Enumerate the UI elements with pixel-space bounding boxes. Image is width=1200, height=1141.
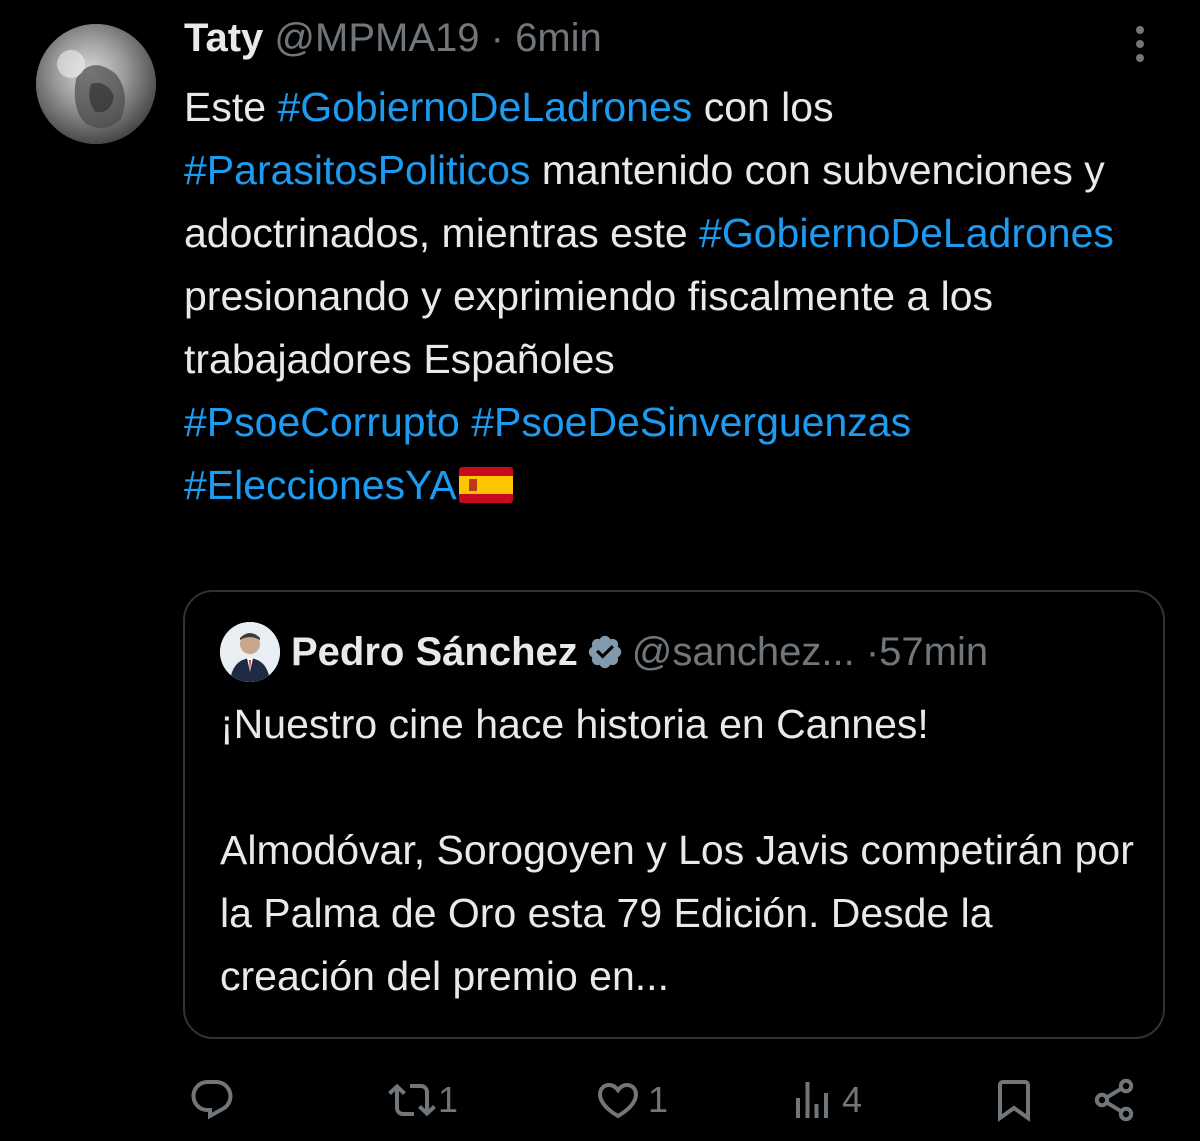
tweet-text: Este #GobiernoDeLadrones con los #Parasi… xyxy=(184,76,1174,517)
text-segment: presionando y exprimiendo fiscalmente a … xyxy=(184,273,994,382)
quoted-author-name[interactable]: Pedro Sánchez xyxy=(291,630,578,674)
reply-icon xyxy=(191,1080,233,1120)
hashtag-link[interactable]: #GobiernoDeLadrones xyxy=(699,210,1114,256)
quoted-tweet-timestamp[interactable]: 57min xyxy=(879,630,988,674)
verified-badge-icon xyxy=(586,633,624,682)
share-icon xyxy=(1094,1078,1134,1122)
like-button[interactable]: 1 xyxy=(594,1070,668,1130)
retweet-count: 1 xyxy=(438,1079,459,1120)
quoted-tweet-header: Pedro Sánchez @sanchez... ·57min xyxy=(291,628,988,682)
like-count: 1 xyxy=(648,1079,669,1120)
more-options-button[interactable] xyxy=(1122,22,1158,66)
separator-dot: · xyxy=(490,16,504,60)
views-count: 4 xyxy=(842,1079,863,1120)
hashtag-link[interactable]: #ParasitosPoliticos xyxy=(184,147,530,193)
tweet-actions: 1 1 4 xyxy=(0,1070,1200,1130)
separator-dot: · xyxy=(865,630,880,674)
text-segment: Este xyxy=(184,84,278,130)
tweet-timestamp[interactable]: 6min xyxy=(515,16,602,60)
tweet[interactable]: Taty @MPMA19 · 6min Este #GobiernoDeLadr… xyxy=(0,0,1200,1141)
heart-icon xyxy=(597,1083,639,1119)
author-name[interactable]: Taty xyxy=(184,16,263,60)
quoted-tweet-text: ¡Nuestro cine hace historia en Cannes! A… xyxy=(220,693,1140,1008)
quoted-text-line: ¡Nuestro cine hace historia en Cannes! xyxy=(220,701,929,747)
quoted-author-avatar[interactable] xyxy=(220,622,280,682)
quoted-text-line: Almodóvar, Sorogoyen y Los Javis competi… xyxy=(220,827,1134,999)
views-chart-icon xyxy=(796,1082,828,1118)
author-avatar[interactable] xyxy=(36,24,156,144)
bookmark-button[interactable] xyxy=(990,1070,1038,1130)
quoted-author-handle[interactable]: @sanchez... xyxy=(632,630,855,674)
hashtag-link[interactable]: #GobiernoDeLadrones xyxy=(277,84,692,130)
author-handle[interactable]: @MPMA19 xyxy=(274,16,479,60)
views-button[interactable]: 4 xyxy=(788,1070,862,1130)
bookmark-icon xyxy=(998,1080,1030,1122)
hashtag-link[interactable]: #EleccionesYA xyxy=(184,462,457,508)
tweet-header: Taty @MPMA19 · 6min xyxy=(184,14,602,62)
hashtag-link[interactable]: #PsoeDeSinverguenzas xyxy=(471,399,911,445)
retweet-button[interactable]: 1 xyxy=(386,1070,458,1130)
quoted-tweet[interactable]: Pedro Sánchez @sanchez... ·57min ¡Nuestro… xyxy=(183,590,1165,1039)
more-vertical-icon xyxy=(1136,26,1144,62)
retweet-icon xyxy=(388,1083,436,1117)
reply-button[interactable] xyxy=(188,1070,242,1130)
text-segment: con los xyxy=(692,84,834,130)
hashtag-link[interactable]: #PsoeCorrupto xyxy=(184,399,460,445)
spain-flag-icon xyxy=(457,462,513,508)
share-button[interactable] xyxy=(1090,1070,1138,1130)
